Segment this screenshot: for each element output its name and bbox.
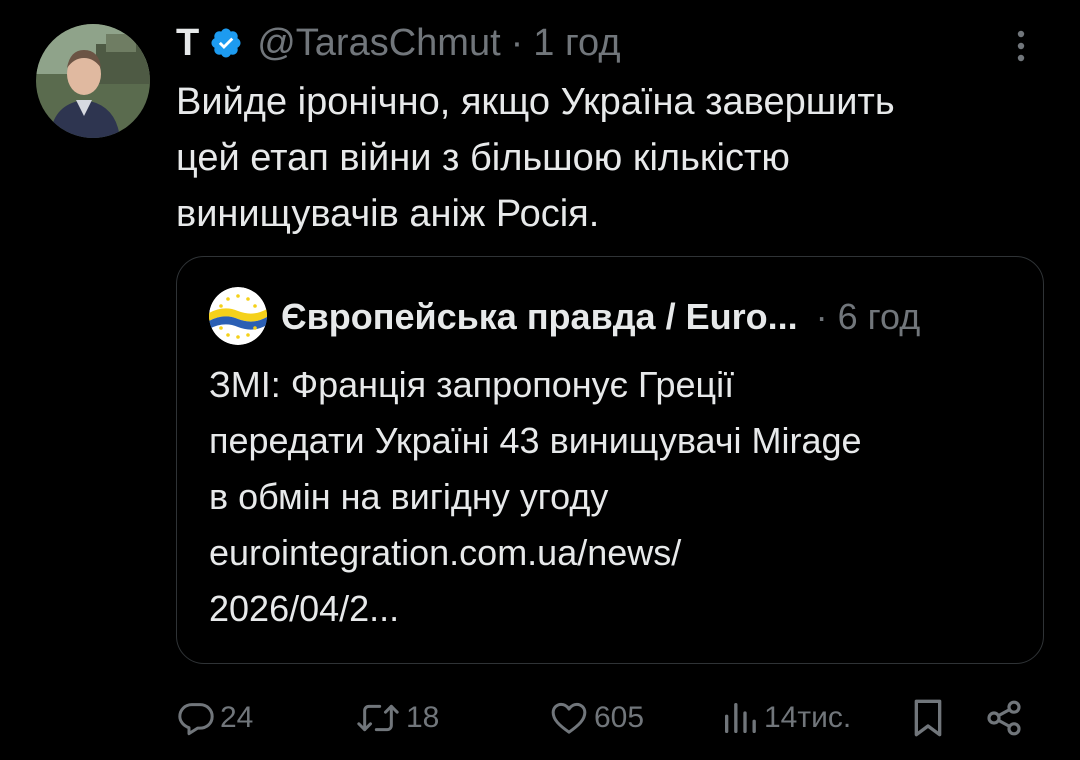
- quote-text: ЗМІ: Франція запропонує Греції передати …: [209, 357, 1019, 637]
- repost-icon: [354, 698, 402, 738]
- tweet-timestamp[interactable]: 1 год: [533, 22, 620, 65]
- reply-icon: [176, 698, 216, 738]
- quoted-tweet-card[interactable]: Європейська правда / Euro... · 6 год ЗМІ…: [176, 256, 1044, 664]
- share-icon: [984, 698, 1024, 738]
- tweet-text: Вийде іронічно, якщо Україна завершить ц…: [176, 74, 1016, 242]
- bookmark-button[interactable]: [908, 690, 948, 746]
- quote-text-line: ЗМІ: Франція запропонує Греції: [209, 364, 735, 405]
- quote-timestamp[interactable]: 6 год: [838, 296, 921, 338]
- quote-header-separator: ·: [815, 296, 828, 337]
- repost-count: 18: [406, 701, 440, 734]
- heart-icon: [548, 698, 590, 738]
- tweet-header: T @TarasChmut · 1 год: [176, 22, 621, 64]
- tweet-text-line: винищувачів аніж Росія.: [176, 193, 600, 235]
- quote-author-name[interactable]: Європейська правда / Euro...: [281, 296, 798, 338]
- views-button[interactable]: 14тис.: [720, 690, 851, 746]
- author-handle[interactable]: @TarasChmut: [257, 22, 500, 65]
- eu-flag-logo-icon: [209, 287, 267, 345]
- header-separator: ·: [510, 21, 524, 64]
- reply-button[interactable]: 24: [176, 690, 253, 746]
- tweet-text-line: Вийде іронічно, якщо Україна завершить: [176, 81, 895, 123]
- more-vertical-icon[interactable]: [1004, 24, 1038, 68]
- quote-text-line: передати Україні 43 винищувачі Mirage: [209, 420, 862, 461]
- profile-photo-icon: [36, 24, 150, 138]
- action-bar: 24 18 605 14тис.: [0, 690, 1080, 746]
- views-count: 14тис.: [764, 701, 852, 734]
- reply-count: 24: [220, 701, 254, 734]
- verified-badge-icon: [209, 26, 243, 60]
- like-button[interactable]: 605: [548, 690, 644, 746]
- share-button[interactable]: [984, 690, 1024, 746]
- quote-author-avatar: [209, 287, 267, 345]
- author-display-name[interactable]: T: [176, 22, 199, 65]
- repost-button[interactable]: 18: [354, 690, 439, 746]
- quote-header: Європейська правда / Euro... · 6 год: [281, 295, 920, 339]
- tweet: T @TarasChmut · 1 год Вийде іронічно, як…: [0, 0, 1080, 760]
- like-count: 605: [594, 701, 645, 734]
- quote-text-line: в обмін на вигідну угоду: [209, 476, 609, 517]
- quote-link-text: 2026/04/2...: [209, 588, 400, 629]
- bookmark-icon: [908, 696, 948, 740]
- views-icon: [720, 698, 760, 738]
- quote-link-text: eurointegration.com.ua/news/: [209, 532, 682, 573]
- author-avatar[interactable]: [36, 24, 150, 138]
- tweet-text-line: цей етап війни з більшою кількістю: [176, 137, 790, 179]
